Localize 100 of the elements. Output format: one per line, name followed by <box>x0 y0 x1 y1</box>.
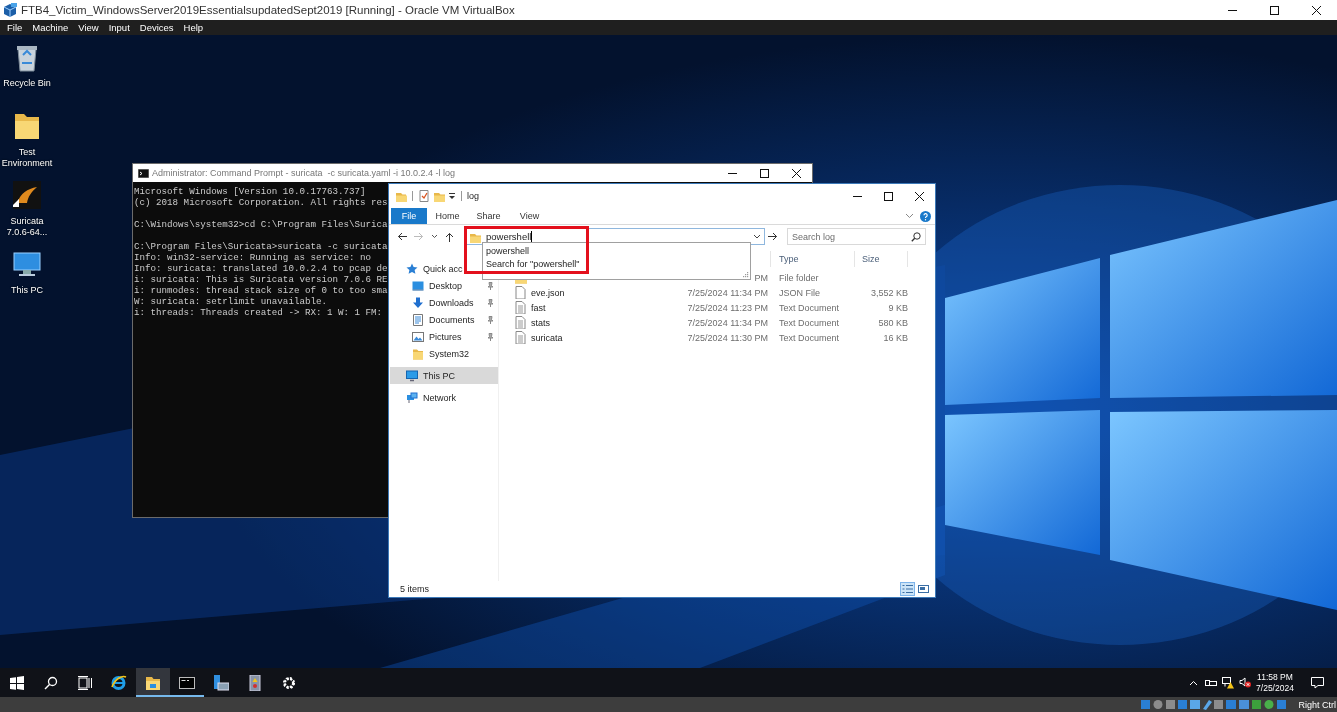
pin-icon <box>487 332 494 341</box>
window-title: log <box>467 191 479 201</box>
console-line: i: threads: Threads created -> RX: 1 W: 1 FM: <box>134 307 383 318</box>
nav-item[interactable]: System32 <box>390 345 498 362</box>
file-date: 7/25/2024 11:30 PM <box>687 332 768 343</box>
caret-icon[interactable] <box>753 234 761 239</box>
caret-icon[interactable] <box>431 234 438 239</box>
computer-icon <box>406 369 418 382</box>
menu-item[interactable]: File <box>2 22 28 33</box>
console-line: i: suricata: This is Suricata version 7.0.6 RE <box>134 274 388 285</box>
file-type: JSON File <box>779 287 820 298</box>
star-icon <box>406 262 418 275</box>
ribbon-tab[interactable]: Share <box>468 208 509 224</box>
nav-item[interactable]: Network <box>390 389 458 406</box>
window-title: FTB4_Victim_WindowsServer2019EssentialsupdatedSept2019 [Running] - Oracle VM VirtualBox <box>21 4 515 16</box>
menu-item[interactable]: Machine <box>27 22 74 33</box>
maximize-icon[interactable] <box>1268 4 1280 16</box>
close-icon[interactable] <box>914 190 925 202</box>
menu-item[interactable]: View <box>73 22 104 33</box>
gear-icon <box>281 674 297 691</box>
ribbon-tab[interactable]: File <box>391 208 427 224</box>
nav-item[interactable]: Downloads <box>390 294 498 311</box>
console-line: Microsoft Windows [Version 10.0.17763.737] <box>134 186 366 197</box>
maximize-icon[interactable] <box>883 190 894 202</box>
suggestion-item[interactable]: powershell <box>486 245 530 258</box>
desktop-icon-label: Recycle Bin <box>2 78 52 89</box>
volume-muted-icon[interactable] <box>1238 677 1251 688</box>
folder-icon <box>412 347 424 360</box>
file-name[interactable]: stats <box>531 317 550 328</box>
nav-item[interactable]: Desktop <box>390 277 498 294</box>
task-view-icon <box>78 675 92 690</box>
desktop-icon-label: Suricata 7.0.6-64... <box>5 216 49 237</box>
large-buttons-view-icon[interactable] <box>916 582 931 596</box>
clock-date: 7/25/2024 <box>1256 682 1294 694</box>
console-line: C:\Windows\system32>cd C:\Program Files\Surica <box>134 219 388 230</box>
window-title: Administrator: Command Prompt - suricata -c suricata.yaml -i 10.0.2.4 -l log <box>152 168 456 178</box>
nav-item[interactable]: Pictures <box>390 328 498 345</box>
notification-icon[interactable] <box>1310 676 1324 689</box>
virtualbox-logo-icon <box>2 2 18 18</box>
close-icon[interactable] <box>1310 4 1322 16</box>
terminal-icon <box>138 168 149 178</box>
file-icon <box>514 286 527 299</box>
file-size: 9 KB <box>888 302 908 313</box>
download-arrow-icon <box>412 296 424 309</box>
menu-item[interactable]: Input <box>103 22 135 33</box>
browser-icon <box>111 674 127 691</box>
desktop-icon-label: Test Environment <box>0 147 54 168</box>
ribbon-tab[interactable]: View <box>509 208 550 224</box>
file-date: 7/25/2024 11:34 PM <box>687 317 768 328</box>
properties-icon[interactable] <box>418 190 430 202</box>
chevron-down-icon[interactable] <box>905 213 914 219</box>
file-name[interactable]: fast <box>531 302 546 313</box>
picture-icon <box>412 330 424 343</box>
file-date: 7/25/2024 11:23 PM <box>687 302 768 313</box>
file-date: 7/25/2024 11:34 PM <box>687 287 768 298</box>
file-icon <box>514 301 527 314</box>
chevron-up-icon[interactable] <box>1189 679 1198 686</box>
column-header[interactable]: Size <box>855 251 908 267</box>
go-arrow-icon[interactable] <box>768 232 778 241</box>
up-arrow-icon[interactable] <box>445 231 454 242</box>
file-name[interactable]: suricata <box>531 332 563 343</box>
network-warning-icon[interactable] <box>1221 676 1234 689</box>
app-icon <box>247 674 263 691</box>
menu-item[interactable]: Devices <box>134 22 179 33</box>
file-icon <box>514 316 527 329</box>
item-count: 5 items <box>400 584 429 594</box>
search-icon <box>44 675 58 690</box>
folder-icon <box>395 190 407 202</box>
file-date: PM <box>754 272 768 283</box>
app-icon[interactable] <box>11 179 43 211</box>
close-icon[interactable] <box>790 167 802 179</box>
nav-item[interactable]: Quick acc <box>390 260 465 277</box>
pin-icon <box>487 315 494 324</box>
file-type: Text Document <box>779 302 840 313</box>
network-icon <box>406 391 418 404</box>
search-icon[interactable] <box>911 232 921 242</box>
back-arrow-icon[interactable] <box>397 232 407 241</box>
nav-item[interactable]: Documents <box>390 311 498 328</box>
search-field[interactable]: Search log <box>787 228 926 245</box>
menu-item[interactable]: Help <box>178 22 209 33</box>
console-line: Info: suricata: translated 10.0.2.4 to pcap de <box>134 263 388 274</box>
file-type: Text Document <box>779 332 840 343</box>
folder-icon <box>145 674 161 691</box>
details-view-button[interactable] <box>900 582 915 596</box>
network-icon[interactable] <box>1204 677 1217 688</box>
file-name[interactable]: eve.json <box>531 287 565 298</box>
help-icon[interactable] <box>920 210 931 222</box>
console-line: W: suricata: setrlimit unavailable. <box>134 296 327 307</box>
console-line: Info: win32-service: Running as service: no <box>134 252 372 263</box>
dropdown-icon[interactable] <box>448 192 456 200</box>
taskbar-button[interactable] <box>136 668 170 697</box>
file-icon <box>514 331 527 344</box>
desktop-icon-label: This PC <box>10 285 44 296</box>
windows-logo-icon <box>10 675 24 690</box>
console-line: C:\Program Files\Suricata>suricata -c suricata <box>134 241 388 252</box>
ribbon-tab[interactable]: Home <box>427 208 468 224</box>
nav-item[interactable]: This PC <box>390 367 498 384</box>
maximize-icon[interactable] <box>758 167 770 179</box>
column-header[interactable]: Type <box>771 251 855 267</box>
suggestion-item[interactable]: Search for "powershell" <box>486 258 580 271</box>
